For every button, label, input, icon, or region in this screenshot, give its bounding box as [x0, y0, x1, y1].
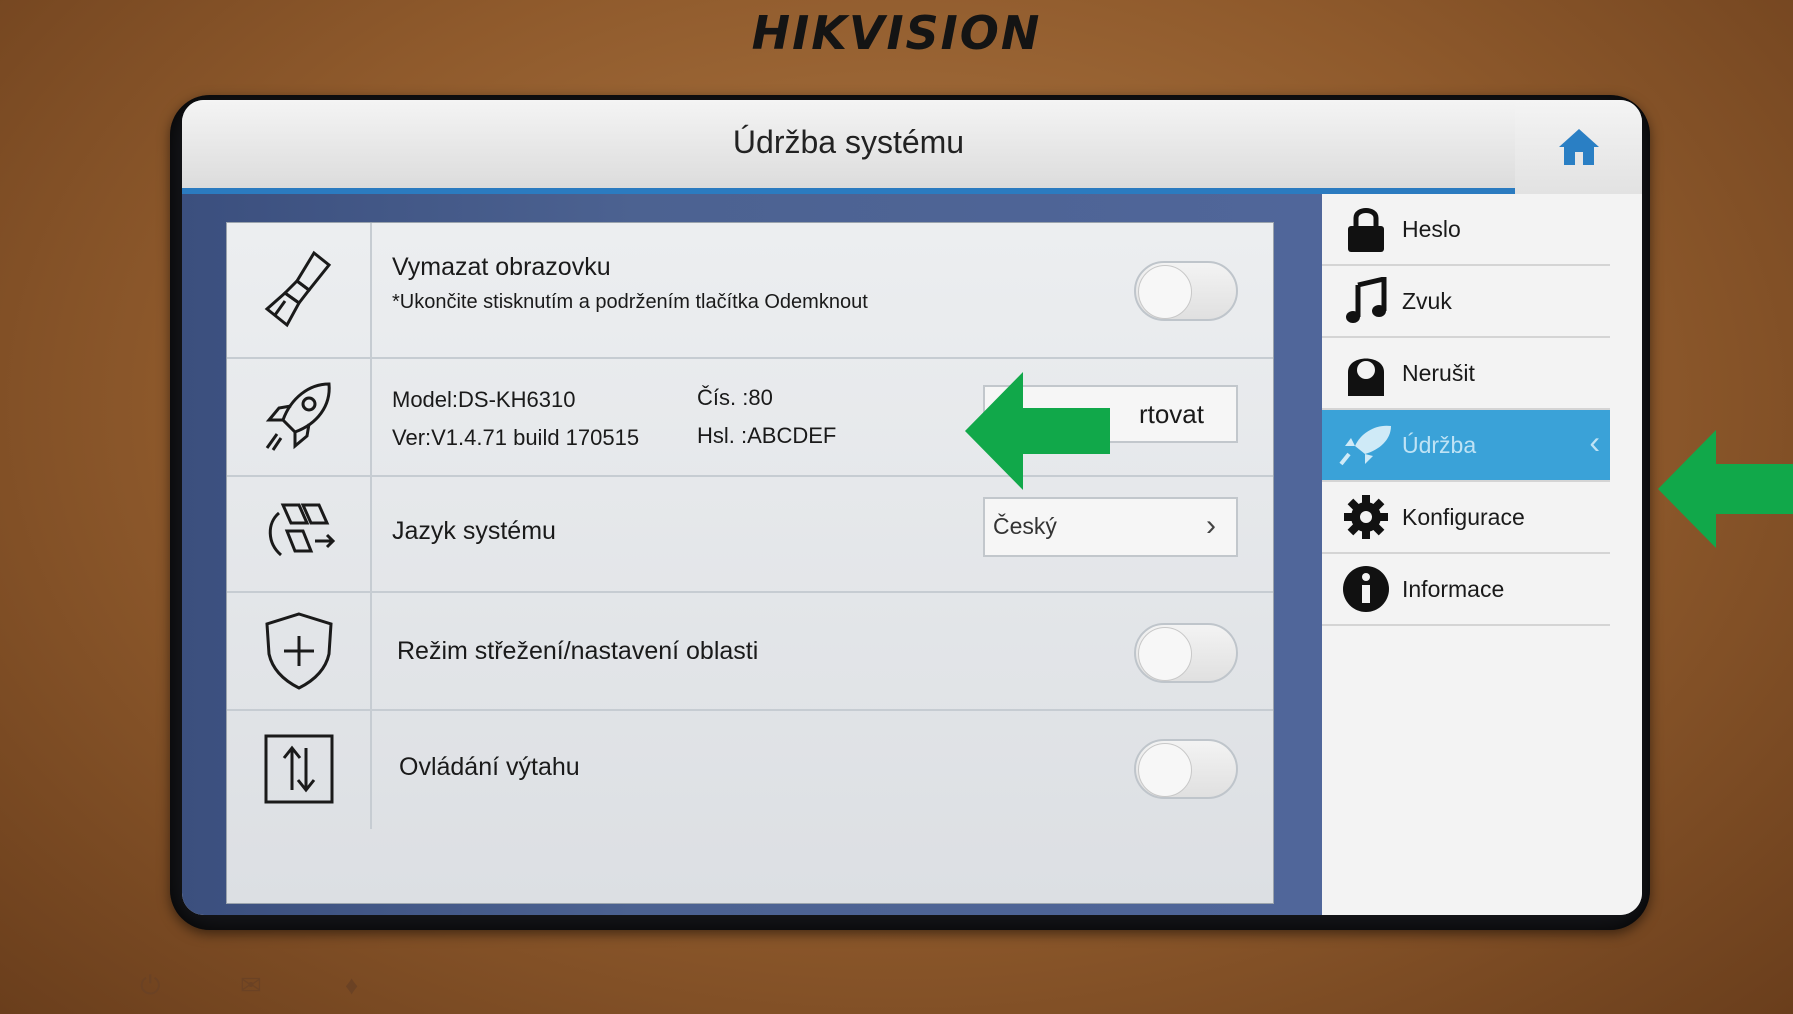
sidebar-item-label: Nerušit	[1402, 359, 1475, 386]
elevator-label: Ovládání výtahu	[399, 753, 580, 781]
toggle-knob	[1138, 743, 1192, 797]
info-icon	[1334, 557, 1398, 621]
sidebar-item-informace[interactable]: Informace	[1322, 554, 1610, 626]
sidebar-item-label: Údržba	[1402, 431, 1477, 458]
toggle-knob	[1138, 265, 1192, 319]
arming-mode-toggle[interactable]	[1134, 623, 1238, 683]
toggle-knob	[1138, 627, 1192, 681]
chevron-right-icon: ›	[1206, 509, 1216, 542]
power-icon[interactable]: ⏻	[140, 970, 161, 1002]
sidebar-item-label: Heslo	[1402, 215, 1461, 242]
language-icon	[227, 475, 372, 591]
clear-screen-title: Vymazat obrazovku	[392, 253, 611, 281]
sidebar-item-udrzba[interactable]: Údržba ‹	[1322, 410, 1610, 482]
clear-screen-hint: *Ukončite stisknutím a podržením tlačítk…	[392, 291, 868, 313]
lock-icon	[1334, 197, 1398, 261]
sidebar-item-konfigurace[interactable]: Konfigurace	[1322, 482, 1610, 554]
rocket-icon	[227, 357, 372, 475]
sidebar-item-nerusit[interactable]: Nerušit	[1322, 338, 1610, 410]
language-select[interactable]: Český ›	[983, 497, 1238, 557]
shield-plus-icon	[227, 591, 372, 709]
content-area: Vymazat obrazovku *Ukončite stisknutím a…	[182, 194, 1322, 915]
sidebar-item-label: Konfigurace	[1402, 503, 1525, 530]
model-text: Model:DS-KH6310	[392, 387, 576, 412]
settings-list: Vymazat obrazovku *Ukončite stisknutím a…	[226, 222, 1274, 904]
row-elevator: Ovládání výtahu	[227, 709, 1273, 903]
version-text: Ver:V1.4.71 build 170515	[392, 425, 640, 450]
sidebar-item-heslo[interactable]: Heslo	[1322, 194, 1610, 266]
sidebar-item-zvuk[interactable]: Zvuk	[1322, 266, 1610, 338]
mail-icon[interactable]: ✉	[240, 970, 262, 1001]
rocket-icon	[1334, 413, 1398, 477]
language-label: Jazyk systému	[392, 517, 556, 545]
chevron-left-icon: ‹	[1589, 424, 1600, 460]
home-button[interactable]	[1515, 100, 1642, 194]
screen: Údržba systému Vymazat obrazovku *Ukonči…	[182, 100, 1642, 915]
elevator-icon	[227, 709, 372, 829]
gear-icon	[1334, 485, 1398, 549]
title-bar: Údržba systému	[182, 100, 1515, 194]
do-not-disturb-icon	[1334, 341, 1398, 405]
annotation-arrow-left	[1658, 430, 1793, 548]
sidebar: Heslo Zvuk Nerušit Údržba ‹ Konfigurace …	[1322, 194, 1642, 915]
row-arming-mode: Režim střežení/nastavení oblasti	[227, 591, 1273, 711]
hsl-text: Hsl. :ABCDEF	[697, 423, 837, 448]
sidebar-item-label: Zvuk	[1402, 287, 1452, 314]
brand-logo: HIKVISION	[751, 6, 1042, 60]
elevator-toggle[interactable]	[1134, 739, 1238, 799]
row-language: Jazyk systému Český ›	[227, 475, 1273, 593]
language-value: Český	[993, 513, 1057, 539]
row-clear-screen: Vymazat obrazovku *Ukončite stisknutím a…	[227, 223, 1273, 359]
row-device-info: Model:DS-KH6310 Ver:V1.4.71 build 170515…	[227, 357, 1273, 477]
clear-screen-toggle[interactable]	[1134, 261, 1238, 321]
home-icon	[1558, 129, 1599, 165]
arming-mode-label: Režim střežení/nastavení oblasti	[397, 637, 759, 665]
bell-icon[interactable]: ♦	[345, 970, 358, 1001]
music-note-icon	[1334, 269, 1398, 333]
serial-text: Čís. :80	[697, 385, 773, 410]
sidebar-item-label: Informace	[1402, 575, 1505, 602]
brush-icon	[227, 223, 372, 357]
annotation-arrow-left	[965, 372, 1110, 490]
page-title: Údržba systému	[732, 124, 965, 160]
